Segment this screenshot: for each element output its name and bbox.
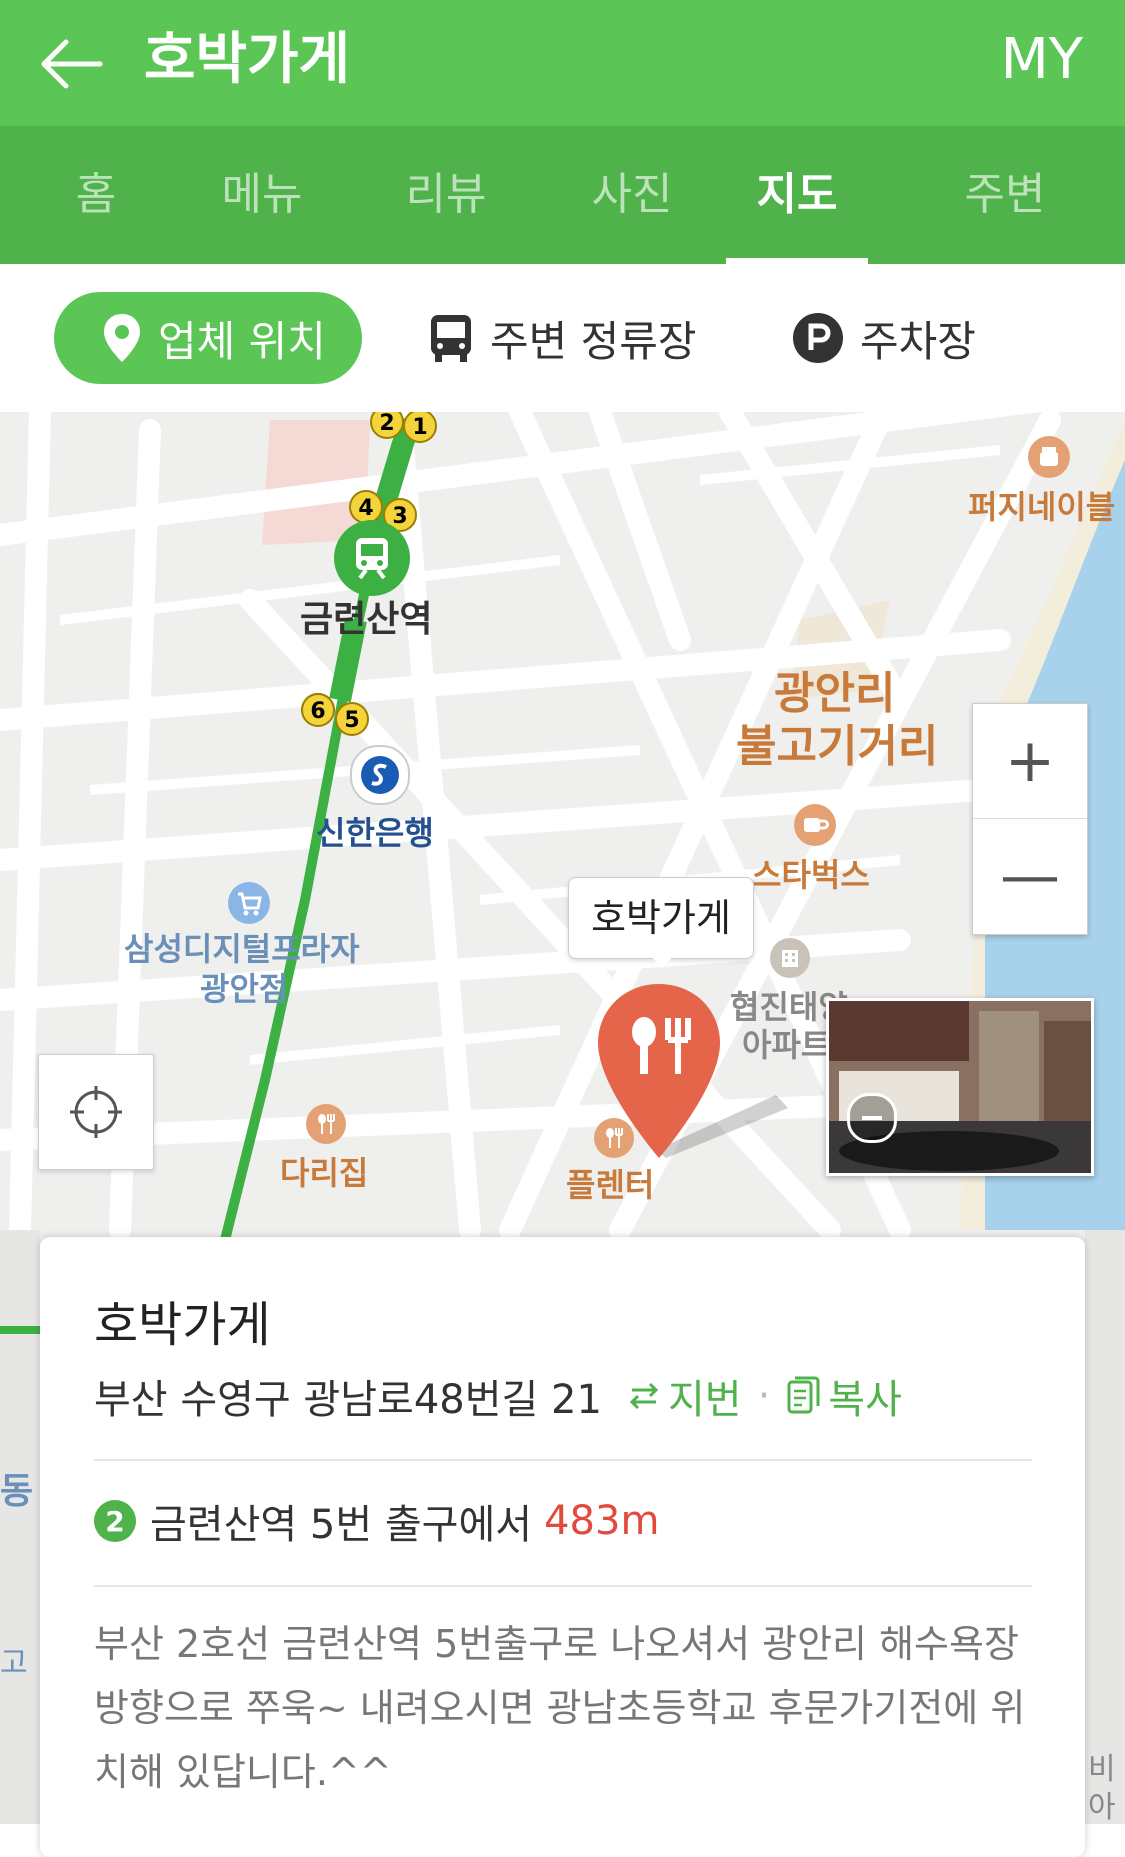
restaurant-marker-1[interactable] — [306, 1104, 346, 1144]
map-label-electronics-branch[interactable]: 광안점 — [200, 964, 288, 1010]
tab-photo[interactable]: 사진 — [539, 126, 725, 264]
map-label-starbucks[interactable]: 스타벅스 — [752, 850, 870, 896]
back-button[interactable] — [36, 28, 108, 100]
cafe-icon — [1040, 447, 1058, 466]
map-label-edge-1: 동 — [0, 1471, 34, 1512]
divider — [94, 1459, 1032, 1461]
zoom-controls: + — — [972, 703, 1088, 935]
swap-icon — [629, 1382, 659, 1410]
tab-nearby[interactable]: 주변 — [912, 126, 1098, 264]
tab-map[interactable]: 지도 — [726, 126, 868, 264]
map-label-edge-2: 고 — [0, 1646, 28, 1681]
bank-marker[interactable] — [350, 745, 410, 805]
street-view-image — [829, 1001, 1091, 1173]
fork-spoon-icon — [318, 1114, 335, 1134]
filter-business-location[interactable]: 업체 위치 — [54, 292, 362, 384]
subway-station-marker[interactable] — [334, 520, 410, 596]
map-label-station[interactable]: 금련산역 — [300, 590, 432, 642]
crosshair-icon — [70, 1086, 122, 1138]
current-location-button[interactable] — [38, 1054, 154, 1170]
bus-icon — [431, 315, 471, 362]
filter-bar: 업체 위치 주변 정류장 주차장 — [0, 264, 1125, 413]
street-view-icon — [862, 1116, 882, 1120]
street-view-thumbnail[interactable] — [826, 998, 1094, 1176]
map-label-cafe[interactable]: 퍼지네이블 — [968, 482, 1115, 528]
filter-nearby-stops[interactable]: 주변 정류장 — [428, 292, 697, 384]
cafe-marker[interactable] — [1028, 436, 1070, 478]
tab-menu[interactable]: 메뉴 — [169, 126, 355, 264]
divider — [94, 1585, 1032, 1587]
starbucks-marker[interactable] — [794, 804, 836, 846]
train-icon — [356, 538, 388, 580]
subway-line-badge: 2 — [94, 1500, 136, 1542]
business-location-marker[interactable] — [596, 980, 796, 1160]
parking-icon — [793, 313, 843, 363]
coffee-cup-icon — [804, 818, 829, 832]
subway-exit-6: 6 — [310, 699, 325, 724]
copy-button[interactable]: 복사 — [786, 1367, 902, 1425]
apartment-marker[interactable] — [770, 938, 810, 978]
map-pin-icon — [104, 314, 140, 362]
filter-label: 업체 위치 — [158, 316, 326, 366]
shop-marker[interactable] — [228, 882, 270, 924]
map-label-bank[interactable]: 신한은행 — [316, 808, 434, 854]
zoom-in-button[interactable]: + — [973, 704, 1087, 819]
filter-label: 주변 정류장 — [490, 316, 697, 366]
place-address-row: 부산 수영구 광남로48번길 21 지번 · 복사 — [94, 1367, 902, 1425]
top-bar: 호박가게 MY — [0, 0, 1125, 126]
shinhan-logo-icon — [361, 756, 399, 794]
jibun-toggle[interactable]: 지번 — [626, 1367, 742, 1425]
subway-exit-badges-2: 6 5 — [301, 693, 369, 736]
map-label-street-2: 불고기거리 — [736, 721, 939, 772]
cart-icon — [238, 892, 262, 916]
copy-label: 복사 — [828, 1377, 902, 1423]
tab-bar: 홈 메뉴 리뷰 사진 지도 주변 — [0, 126, 1125, 264]
map-label-restaurant-2[interactable]: 플렌터 — [566, 1160, 654, 1206]
place-name: 호박가게 — [94, 1297, 271, 1353]
tab-review[interactable]: 리뷰 — [353, 126, 539, 264]
subway-distance: 483m — [544, 1498, 660, 1544]
map-label-restaurant-1[interactable]: 다리집 — [280, 1148, 368, 1194]
subway-exit-5: 5 — [344, 708, 359, 733]
subway-text: 금련산역 5번 출구에서 — [150, 1502, 533, 1548]
arrow-left-icon — [41, 39, 103, 89]
separator-dot: · — [757, 1373, 771, 1419]
page-title: 호박가게 — [144, 27, 351, 92]
place-info-card: 호박가게 부산 수영구 광남로48번길 21 지번 · 복사 2 금련산역 5번… — [40, 1237, 1085, 1857]
street-view-badge — [847, 1093, 897, 1143]
my-button[interactable]: MY — [1000, 20, 1083, 100]
subway-info: 2 금련산역 5번 출구에서 483m — [94, 1492, 659, 1550]
place-address: 부산 수영구 광남로48번길 21 — [94, 1377, 602, 1423]
place-description: 부산 2호선 금련산역 5번출구로 나오셔서 광안리 해수욕장 방향으로 쭈욱~… — [94, 1622, 1026, 1794]
filter-label: 주차장 — [860, 316, 976, 366]
jibun-label: 지번 — [667, 1377, 742, 1423]
filter-parking[interactable]: 주차장 — [792, 292, 976, 384]
map-label-edge-4: 아 — [1088, 1790, 1116, 1824]
zoom-out-button[interactable]: — — [973, 819, 1087, 933]
marker-tooltip-pointer — [650, 955, 674, 969]
tab-home[interactable]: 홈 — [3, 126, 189, 264]
marker-tooltip[interactable]: 호박가게 — [568, 877, 754, 959]
building-icon — [782, 950, 798, 967]
copy-icon — [787, 1376, 820, 1414]
